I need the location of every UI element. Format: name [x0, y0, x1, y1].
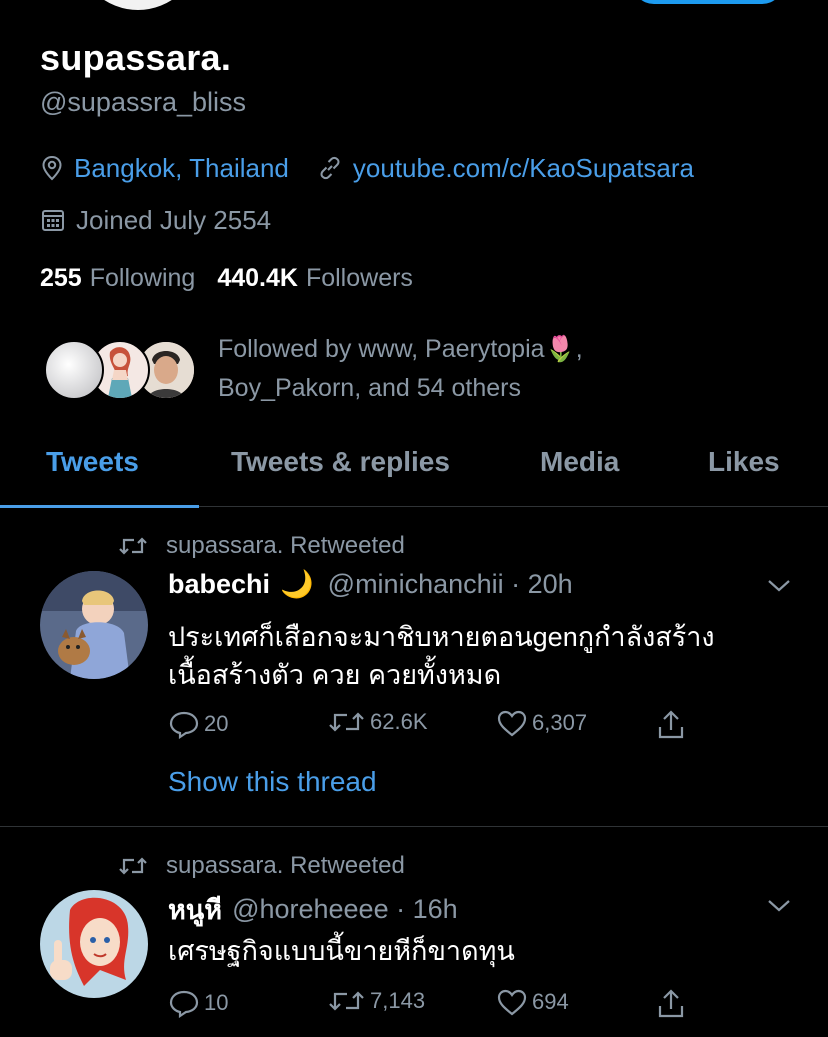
retweet-count: 7,143: [370, 988, 426, 1013]
profile-tabs: Tweets Tweets & replies Media Likes: [0, 440, 828, 508]
tulip-emoji: 🌷: [544, 335, 576, 363]
profile-handle: @supassra_bliss: [40, 87, 246, 117]
website-item[interactable]: youtube.com/c/KaoSupatsara: [317, 153, 694, 184]
location-pin-icon: [42, 155, 62, 181]
share-icon: [658, 989, 684, 1018]
share-icon: [658, 710, 684, 739]
profile-header: supassara. @supassra_bliss Bangkok, Thai…: [40, 38, 800, 295]
share-button[interactable]: [656, 988, 690, 1020]
follower-avatar: [44, 340, 104, 400]
profile-meta-row: Bangkok, Thailand youtube.com/c/KaoSupat…: [40, 151, 800, 185]
location-item: Bangkok, Thailand: [40, 153, 289, 184]
followers-label: Followers: [305, 263, 413, 292]
retweet-icon: [329, 991, 364, 1011]
profile-display-name: supassara.: [40, 37, 232, 78]
website-link[interactable]: youtube.com/c/KaoSupatsara: [353, 153, 694, 184]
tweet-item[interactable]: supassara. Retweeted babechi 🌙 @minichan…: [0, 526, 828, 827]
reply-icon: [169, 990, 199, 1018]
following-count-link[interactable]: 255 Following: [40, 264, 195, 293]
tweet-author-avatar[interactable]: [40, 890, 148, 998]
tweet-author-avatar[interactable]: [40, 571, 148, 679]
following-count: 255: [40, 263, 82, 292]
joined-text: Joined July 2554: [76, 204, 272, 235]
tab-tweets[interactable]: Tweets: [46, 446, 139, 478]
tweet-text: ประเทศก็เสือกจะมาชิบหายตอนgenกูกำลังสร้า…: [168, 618, 808, 694]
followed-by-line1: Followed by www, Paerytopia: [218, 335, 545, 363]
link-icon: [320, 156, 340, 180]
joined-item: Joined July 2554: [40, 205, 271, 236]
tweet-text-line: ประเทศก็เสือกจะมาชิบหายตอนgenกูกำลังสร้า…: [168, 622, 715, 652]
like-icon: [497, 710, 527, 737]
retweet-icon: [329, 712, 364, 732]
following-label: Following: [89, 263, 196, 292]
tweet-handle-time: @minichanchii · 20h: [327, 568, 573, 599]
share-button[interactable]: [656, 709, 690, 741]
cartoon-mermaid-avatar-image: [40, 890, 148, 998]
child-with-dog-avatar-image: [40, 571, 148, 679]
reply-count: 10: [204, 990, 229, 1015]
joined-row: Joined July 2554: [40, 203, 800, 237]
retweeted-label: supassara. Retweeted: [166, 852, 405, 879]
followed-by-text: Followed by www, Paerytopia🌷, Boy_Pakorn…: [218, 330, 778, 408]
active-tab-indicator: [0, 505, 199, 508]
like-icon: [497, 989, 527, 1016]
location-text: Bangkok, Thailand: [74, 152, 289, 183]
tweet-text: เศรษฐกิจแบบนี้ขายหีก็ขาดทุน: [168, 932, 808, 970]
chevron-down-icon[interactable]: [766, 578, 792, 594]
retweeted-by-line: supassara. Retweeted: [118, 852, 405, 880]
tab-tweets-and-replies[interactable]: Tweets & replies: [231, 446, 450, 478]
tweet-header: หนูหี @horeheeee · 16h: [168, 888, 458, 931]
tweet-handle-time: @horeheeee · 16h: [232, 894, 458, 924]
retweet-button[interactable]: 62.6K: [328, 709, 428, 735]
chevron-down-icon[interactable]: [766, 898, 792, 914]
retweeted-label: supassara. Retweeted: [166, 532, 405, 559]
retweet-icon: [119, 857, 147, 875]
tweet-text-line: เศรษฐกิจแบบนี้ขายหีก็ขาดทุน: [168, 936, 515, 966]
follow-button[interactable]: [632, 0, 784, 4]
tab-likes[interactable]: Likes: [708, 446, 780, 478]
tweet-item[interactable]: supassara. Retweeted หนูหี @horeheeee · …: [0, 846, 828, 1037]
retweeted-by-line: supassara. Retweeted: [118, 532, 405, 560]
tweet-actions: 10 7,143 694: [168, 988, 728, 1022]
like-count: 694: [532, 989, 569, 1014]
tweet-author-name[interactable]: หนูหี: [168, 888, 222, 931]
retweet-icon: [119, 537, 147, 555]
reply-count: 20: [204, 711, 229, 736]
calendar-icon: [42, 210, 64, 231]
reply-icon: [169, 711, 199, 739]
retweet-count: 62.6K: [370, 709, 428, 734]
like-button[interactable]: 694: [496, 988, 569, 1016]
moon-emoji: 🌙: [280, 569, 314, 599]
like-button[interactable]: 6,307: [496, 709, 587, 737]
follow-counts: 255 Following 440.4K Followers: [40, 261, 800, 295]
followed-by-comma: ,: [575, 335, 583, 363]
tab-media[interactable]: Media: [540, 446, 619, 478]
reply-button[interactable]: 20: [168, 709, 228, 739]
followed-by-line2: Boy_Pakorn, and 54 others: [218, 374, 521, 402]
show-thread-link[interactable]: Show this thread: [168, 766, 377, 798]
followed-by-section[interactable]: Followed by www, Paerytopia🌷, Boy_Pakorn…: [40, 330, 800, 414]
like-count: 6,307: [532, 710, 588, 735]
tweet-header: babechi 🌙 @minichanchii · 20h: [168, 568, 573, 600]
followers-count: 440.4K: [217, 263, 298, 292]
reply-button[interactable]: 10: [168, 988, 228, 1018]
retweet-button[interactable]: 7,143: [328, 988, 425, 1014]
tweet-text-line: เนื้อสร้างตัว ควย ควยทั้งหมด: [168, 660, 502, 690]
tweet-author-name[interactable]: babechi: [168, 569, 270, 600]
profile-avatar[interactable]: [72, 0, 204, 14]
followers-count-link[interactable]: 440.4K Followers: [217, 264, 413, 293]
tweet-actions: 20 62.6K 6,307: [168, 709, 728, 743]
